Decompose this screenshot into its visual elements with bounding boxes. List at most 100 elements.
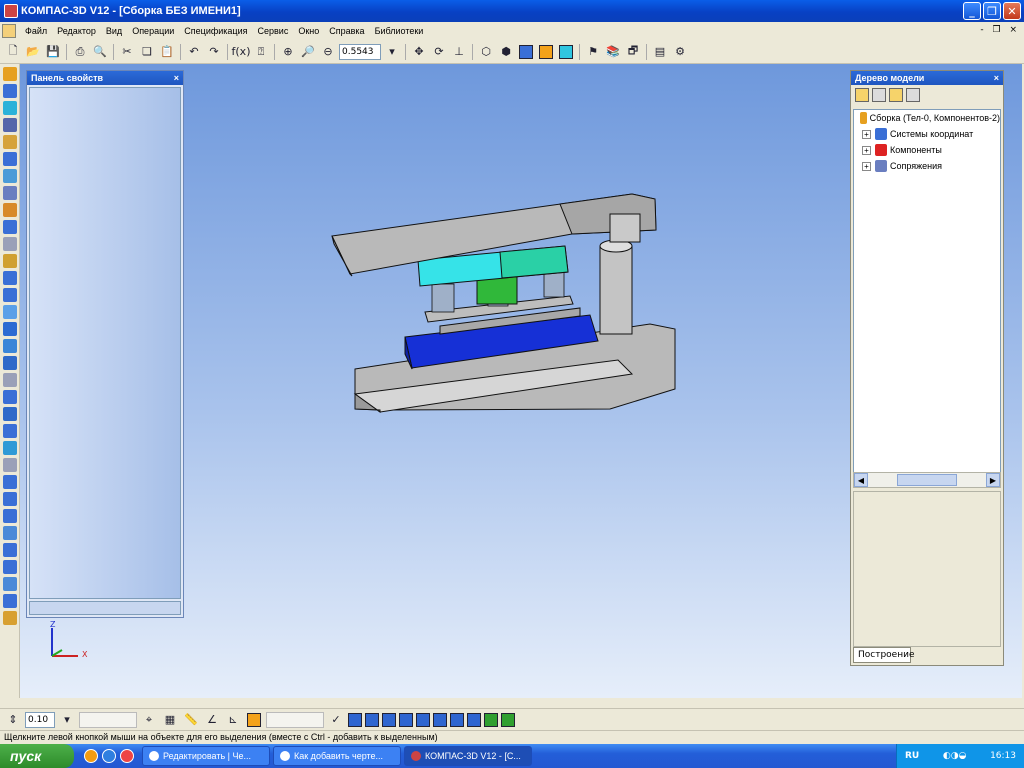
tab-construction[interactable]: Построение <box>853 647 915 663</box>
menu-operations[interactable]: Операции <box>127 26 179 36</box>
tree-rebuild-icon[interactable] <box>906 88 920 102</box>
tree-structure-icon[interactable] <box>855 88 869 102</box>
undo-icon[interactable]: ↶ <box>185 43 203 61</box>
zoom-out-icon[interactable]: ⊖ <box>319 43 337 61</box>
split-icon[interactable] <box>2 577 17 591</box>
open-file-icon[interactable]: 📂 <box>24 43 42 61</box>
current-step-icon[interactable]: ⇕ <box>4 711 22 729</box>
fillet-icon[interactable] <box>2 458 17 472</box>
coordinate-field[interactable] <box>79 711 137 728</box>
properties-panel-close-button[interactable]: × <box>174 73 179 83</box>
variables-icon[interactable]: f(x) <box>232 43 251 61</box>
filter-icon[interactable]: ⚑ <box>584 43 602 61</box>
loft-icon[interactable] <box>2 424 17 438</box>
menu-help[interactable]: Справка <box>324 26 369 36</box>
ortho-icon[interactable]: ⊾ <box>224 711 242 729</box>
save-icon[interactable]: 💾 <box>44 43 62 61</box>
step-input[interactable]: 0.10 <box>25 711 55 728</box>
measure-tools-icon[interactable] <box>2 101 17 115</box>
hole-icon[interactable] <box>2 509 17 523</box>
halftone-icon[interactable] <box>517 43 535 61</box>
library-manager-icon[interactable]: 📚 <box>604 43 622 61</box>
minimize-button[interactable]: _ <box>963 2 981 20</box>
orientation-icon[interactable]: ⊥ <box>450 43 468 61</box>
kompas-app-icon[interactable] <box>4 4 18 18</box>
surfaces-tools-icon[interactable] <box>2 135 17 149</box>
print-icon[interactable]: ⎙ <box>71 43 89 61</box>
tree-filter-icon[interactable] <box>889 88 903 102</box>
tree-view-mode-icon[interactable] <box>872 88 886 102</box>
grid-icon[interactable]: ▦ <box>161 711 179 729</box>
ie-icon[interactable] <box>102 749 116 763</box>
shell-icon[interactable] <box>2 492 17 506</box>
edit-tools-icon[interactable] <box>2 84 17 98</box>
pan-icon[interactable]: ✥ <box>410 43 428 61</box>
pipeline-tools-icon[interactable] <box>2 288 17 302</box>
weld-tools-icon[interactable] <box>2 322 17 336</box>
menu-service[interactable]: Сервис <box>253 26 294 36</box>
maximize-button[interactable]: ❐ <box>983 2 1001 20</box>
section-icon[interactable] <box>2 560 17 574</box>
perspective-icon[interactable] <box>557 43 575 61</box>
view-left-icon[interactable] <box>416 712 430 727</box>
spec-tools-icon[interactable] <box>2 186 17 200</box>
hidden-lines-icon[interactable]: ⬢ <box>497 43 515 61</box>
sketch-tools-icon[interactable] <box>2 118 17 132</box>
solid-tools-icon[interactable] <box>2 356 17 370</box>
menu-specification[interactable]: Спецификация <box>179 26 252 36</box>
task-button-browser[interactable]: Как добавить черте... <box>273 746 401 766</box>
reports-tools-icon[interactable] <box>2 203 17 217</box>
chamfer-icon[interactable] <box>2 475 17 489</box>
view-right-icon[interactable] <box>433 712 447 727</box>
menu-libraries[interactable]: Библиотеки <box>370 26 429 36</box>
help-pointer-icon[interactable]: ⍰ <box>252 43 270 61</box>
measure-icon[interactable]: 📏 <box>182 711 200 729</box>
menu-window[interactable]: Окно <box>293 26 324 36</box>
redo-icon[interactable]: ↷ <box>205 43 223 61</box>
preview-icon[interactable]: 🔍 <box>91 43 109 61</box>
paste-icon[interactable]: 📋 <box>158 43 176 61</box>
task-button-editor[interactable]: Редактировать | Че... <box>142 746 270 766</box>
tree-node-coordinate-systems[interactable]: + Системы координат <box>854 126 1000 142</box>
view-iso-icon[interactable] <box>450 712 464 727</box>
wireframe-icon[interactable]: ⬡ <box>477 43 495 61</box>
zoom-in-icon[interactable]: 🔎 <box>299 43 317 61</box>
task-button-kompas[interactable]: КОМПАС-3D V12 - [С... <box>404 746 532 766</box>
zoom-input[interactable]: 0.5543 <box>339 43 381 60</box>
new-file-icon[interactable]: 🗋 <box>4 43 22 61</box>
sweep-icon[interactable] <box>2 441 17 455</box>
document-window-controls[interactable]: - ❐ × <box>980 25 1020 35</box>
quick-launch-icon[interactable] <box>120 749 134 763</box>
component-icon[interactable]: ⚙ <box>671 43 689 61</box>
tree-node-mates[interactable]: + Сопряжения <box>854 158 1000 174</box>
menu-editor[interactable]: Редактор <box>52 26 101 36</box>
language-indicator[interactable]: RU <box>905 751 919 761</box>
tree-node-components[interactable]: + Компоненты <box>854 142 1000 158</box>
aux-geometry-icon[interactable] <box>2 169 17 183</box>
zoom-dropdown-icon[interactable]: ▾ <box>383 43 401 61</box>
menu-file[interactable]: Файл <box>20 26 52 36</box>
library-tools-icon[interactable] <box>2 254 17 268</box>
menu-view[interactable]: Вид <box>101 26 127 36</box>
mates-tools-icon[interactable] <box>2 220 17 234</box>
snap-icon[interactable]: ⌖ <box>140 711 158 729</box>
layer-green-icon[interactable] <box>484 712 498 727</box>
step-dropdown-icon[interactable]: ▾ <box>58 711 76 729</box>
expand-icon[interactable]: + <box>862 161 871 171</box>
copy-icon[interactable]: ❏ <box>138 43 156 61</box>
properties-icon[interactable]: ▤ <box>651 43 669 61</box>
tree-horizontal-scrollbar[interactable]: ◀ ▶ <box>853 472 1001 488</box>
apply-icon[interactable]: ✓ <box>327 711 345 729</box>
model-tree-list[interactable]: Сборка (Тел-0, Компонентов-2) + Системы … <box>853 109 1001 479</box>
arrays-tools-icon[interactable] <box>2 152 17 166</box>
diagnostics-tools-icon[interactable] <box>2 237 17 251</box>
standard-parts-icon[interactable] <box>2 373 17 387</box>
thread-icon[interactable] <box>2 594 17 608</box>
view-top-icon[interactable] <box>382 712 396 727</box>
rib-icon[interactable] <box>2 526 17 540</box>
start-button[interactable]: пуск <box>0 744 74 768</box>
scrollbar-thumb[interactable] <box>897 474 957 486</box>
opera-icon[interactable] <box>84 749 98 763</box>
document-icon[interactable] <box>2 24 16 38</box>
tray-icons[interactable]: ◐◑◒ <box>943 751 967 761</box>
